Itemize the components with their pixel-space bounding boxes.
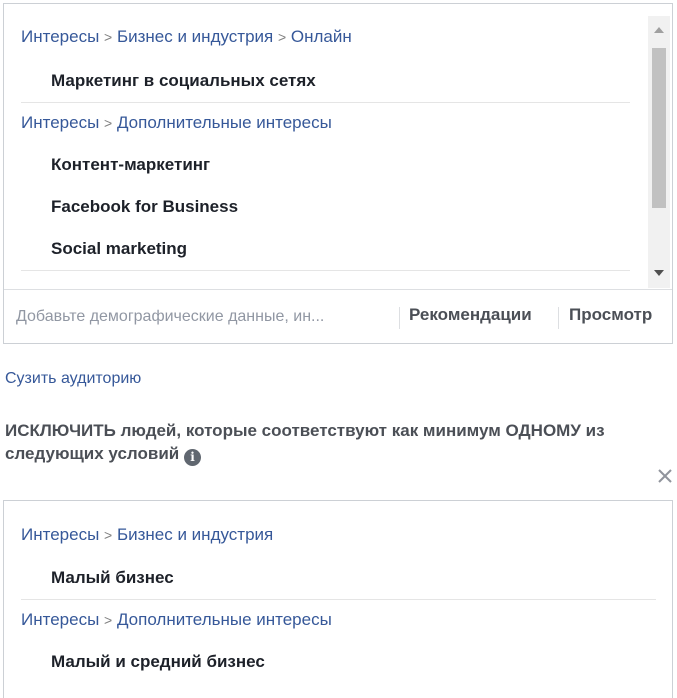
divider: [21, 270, 630, 271]
demographics-search-input[interactable]: [16, 305, 388, 329]
breadcrumb: Интересы > Дополнительные интересы: [21, 113, 332, 133]
breadcrumb-additional-interests[interactable]: Дополнительные интересы: [117, 610, 332, 629]
close-icon[interactable]: [656, 467, 674, 485]
info-icon[interactable]: i: [183, 449, 201, 466]
recommendations-button[interactable]: Рекомендации: [409, 305, 532, 325]
breadcrumb-interests[interactable]: Интересы: [21, 610, 99, 629]
list-item[interactable]: Малый бизнес: [51, 568, 174, 588]
list-item[interactable]: Малый и средний бизнес: [51, 652, 265, 672]
breadcrumb-separator: >: [104, 527, 113, 543]
list-item[interactable]: Маркетинг в социальных сетях: [51, 71, 316, 91]
include-targeting-list: Интересы > Бизнес и индустрия > Онлайн М…: [4, 4, 646, 288]
include-targeting-box: Интересы > Бизнес и индустрия > Онлайн М…: [3, 3, 673, 344]
scrollbar[interactable]: [648, 16, 670, 288]
breadcrumb: Интересы > Дополнительные интересы: [21, 610, 332, 630]
breadcrumb-separator: >: [104, 29, 113, 45]
breadcrumb: Интересы > Бизнес и индустрия: [21, 525, 273, 545]
scroll-up-arrow-icon[interactable]: [648, 16, 670, 44]
breadcrumb-additional-interests[interactable]: Дополнительные интересы: [117, 113, 332, 132]
exclude-heading-text: ИСКЛЮЧИТЬ людей, которые соответствуют к…: [5, 421, 605, 463]
browse-button[interactable]: Просмотр: [569, 305, 652, 325]
divider: [21, 102, 630, 103]
narrow-audience-link[interactable]: Сузить аудиторию: [5, 370, 141, 388]
separator: [558, 307, 559, 329]
breadcrumb-separator: >: [104, 115, 113, 131]
list-item[interactable]: Social marketing: [51, 239, 187, 259]
breadcrumb: Интересы > Бизнес и индустрия > Онлайн: [21, 27, 352, 47]
breadcrumb-business[interactable]: Бизнес и индустрия: [117, 525, 273, 544]
breadcrumb-interests[interactable]: Интересы: [21, 525, 99, 544]
breadcrumb-online[interactable]: Онлайн: [291, 27, 352, 46]
targeting-input-bar: Рекомендации Просмотр: [4, 289, 672, 344]
scroll-down-arrow-icon[interactable]: [648, 260, 670, 288]
breadcrumb-separator: >: [277, 29, 287, 45]
exclude-heading: ИСКЛЮЧИТЬ людей, которые соответствуют к…: [5, 419, 670, 466]
breadcrumb-business[interactable]: Бизнес и индустрия: [117, 27, 273, 46]
separator: [399, 307, 400, 329]
list-item[interactable]: Контент-маркетинг: [51, 155, 210, 175]
scrollbar-thumb[interactable]: [652, 48, 666, 208]
list-item[interactable]: Facebook for Business: [51, 197, 238, 217]
breadcrumb-interests[interactable]: Интересы: [21, 27, 99, 46]
divider: [21, 599, 656, 600]
breadcrumb-separator: >: [104, 612, 113, 628]
exclude-targeting-box: Интересы > Бизнес и индустрия Малый бизн…: [3, 500, 673, 698]
breadcrumb-interests[interactable]: Интересы: [21, 113, 99, 132]
